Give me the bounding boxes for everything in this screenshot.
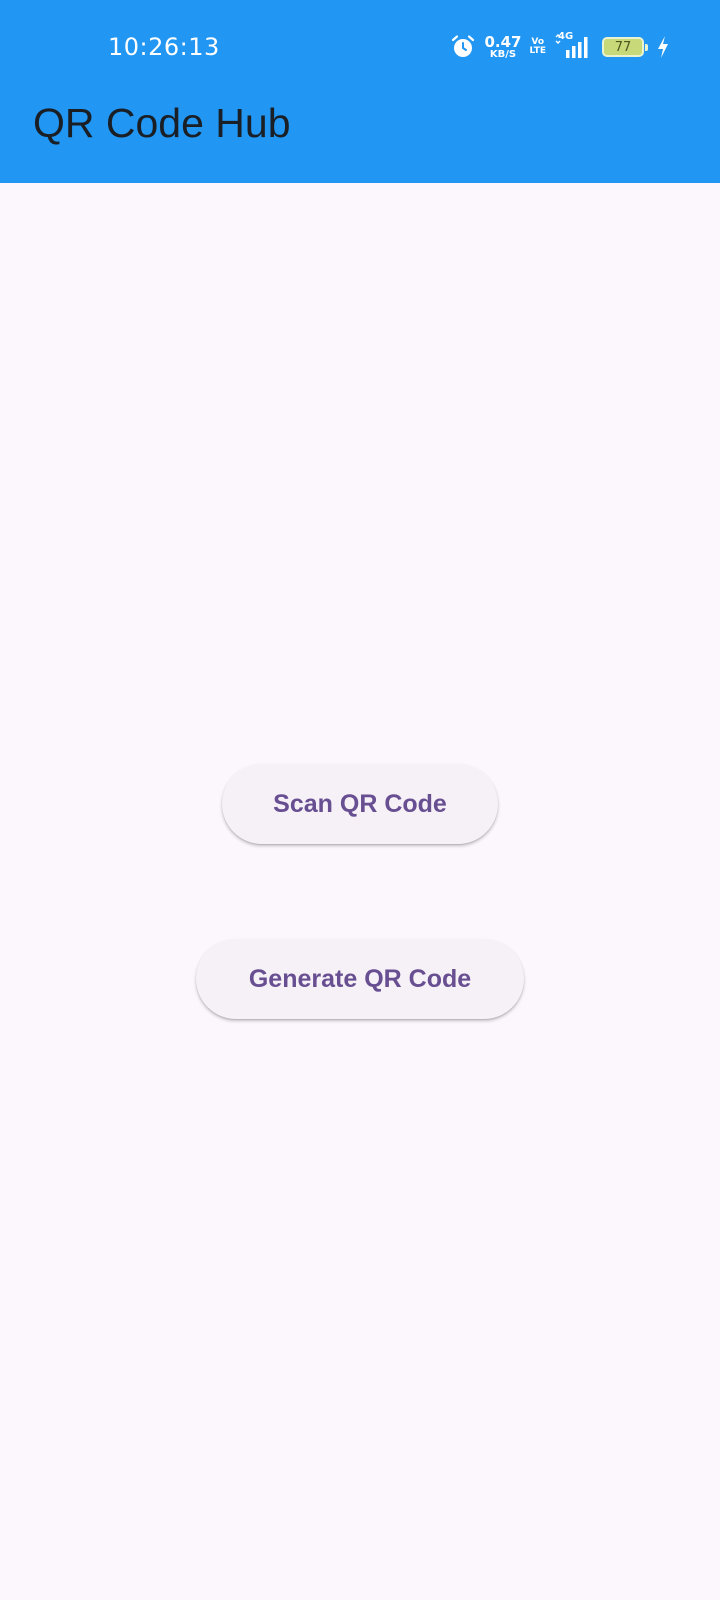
scan-qr-code-button[interactable]: Scan QR Code bbox=[222, 764, 498, 844]
status-time: 10:26:13 bbox=[108, 33, 220, 61]
status-icons: 0.47 KB/S Vo LTE 4G 77 bbox=[450, 31, 670, 62]
network-speed: 0.47 KB/S bbox=[484, 32, 522, 60]
volte-icon: Vo LTE bbox=[529, 37, 546, 57]
app-bar: 10:26:13 0.47 KB/S Vo LTE 4G 77 QR Code … bbox=[0, 0, 720, 183]
alarm-icon bbox=[450, 34, 476, 60]
battery-icon: 77 bbox=[602, 37, 648, 57]
charging-icon bbox=[656, 35, 670, 59]
volte-bottom-text: LTE bbox=[529, 46, 546, 56]
battery-level: 77 bbox=[614, 39, 632, 55]
network-type: 4G bbox=[558, 31, 574, 42]
status-bar: 10:26:13 0.47 KB/S Vo LTE 4G 77 bbox=[0, 0, 720, 96]
network-speed-value: 0.47 bbox=[484, 32, 522, 51]
network-speed-unit: KB/S bbox=[489, 48, 517, 60]
signal-icon: 4G bbox=[554, 31, 594, 60]
app-title: QR Code Hub bbox=[33, 100, 291, 146]
generate-qr-code-button[interactable]: Generate QR Code bbox=[196, 939, 524, 1019]
